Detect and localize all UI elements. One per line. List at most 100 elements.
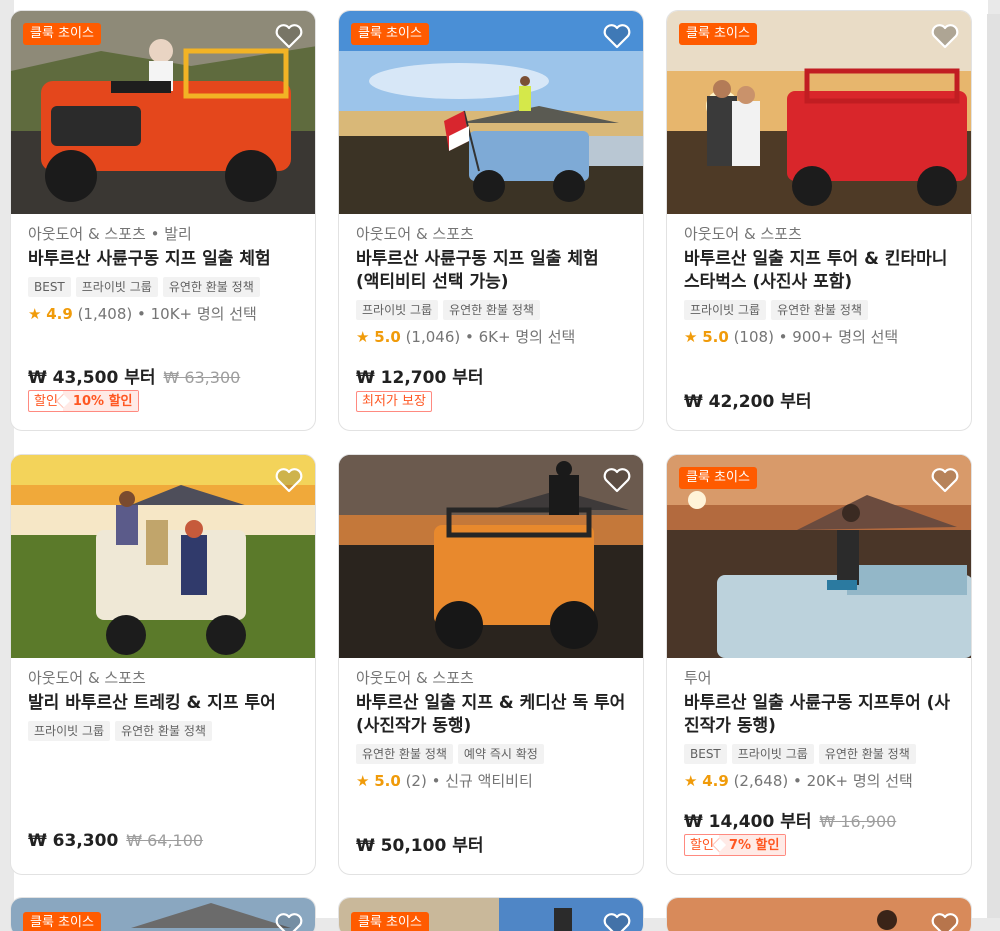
price-row: ₩ 63,300 ₩ 64,100 [28, 831, 203, 851]
product-tag: 프라이빗 그룹 [75, 277, 158, 297]
product-tag: 프라이빗 그룹 [356, 300, 439, 320]
product-title[interactable]: 바투르산 일출 지프 & 케디산 독 투어 (사진작가 동행) [356, 692, 626, 738]
klook-choice-badge: 클룩 초이스 [679, 467, 757, 489]
heart-icon[interactable] [275, 467, 303, 493]
product-title[interactable]: 바투르산 일출 사륜구동 지프투어 (사진작가 동행) [684, 692, 954, 738]
rating-count: (1,046) • 6K+ 명의 선택 [400, 328, 576, 346]
product-image: 클룩 초이스 [11, 11, 315, 214]
product-card[interactable]: 클룩 초이스 [10, 897, 316, 931]
price-row: ₩ 12,700 부터 [356, 363, 483, 388]
discount-badge: 할인 10% 할인 [28, 390, 140, 412]
product-tag: 유연한 환불 정책 [356, 744, 453, 764]
product-tag: 유연한 환불 정책 [443, 300, 540, 320]
rating-row: ★ 5.0 (108) • 900+ 명의 선택 [684, 327, 954, 347]
product-tag: 유연한 환불 정책 [771, 300, 868, 320]
product-tag: 프라이빗 그룹 [28, 721, 111, 741]
heart-icon[interactable] [931, 23, 959, 49]
product-card[interactable]: 클룩 초이스 아웃도어 & 스포츠 바투르산 사륜구동 지프 일출 체험 (액티… [338, 10, 644, 431]
product-tag: 프라이빗 그룹 [731, 744, 814, 764]
product-tag: BEST [28, 277, 71, 297]
heart-icon[interactable] [603, 23, 631, 49]
heart-icon[interactable] [603, 912, 631, 931]
heart-icon[interactable] [931, 467, 959, 493]
price-row: ₩ 50,100 부터 [356, 831, 483, 856]
rating-count: (2) • 신규 액티비티 [400, 772, 533, 790]
price: ₩ 50,100 부터 [356, 836, 484, 856]
heart-icon[interactable] [275, 912, 303, 931]
star-icon: ★ [356, 772, 370, 790]
product-image: 클룩 초이스 [339, 11, 643, 214]
product-tag: 예약 즉시 확정 [457, 744, 544, 764]
price: ₩ 63,300 [28, 831, 119, 851]
product-tag: 유연한 환불 정책 [818, 744, 916, 764]
discount-value: 10% 할인 [62, 391, 139, 411]
product-tag: 프라이빗 그룹 [684, 300, 767, 320]
discount-badge: 할인 7% 할인 [684, 834, 787, 856]
price: ₩ 14,400 부터 [684, 812, 812, 832]
product-title[interactable]: 발리 바투르산 트레킹 & 지프 투어 [28, 692, 298, 715]
star-icon: ★ [28, 305, 42, 323]
product-image: 클룩 초이스 [339, 898, 643, 931]
klook-choice-badge: 클룩 초이스 [23, 23, 101, 45]
heart-icon[interactable] [931, 912, 959, 931]
rating-row: ★ 4.9 (1,408) • 10K+ 명의 선택 [28, 304, 298, 324]
product-category: 아웃도어 & 스포츠 [28, 669, 146, 687]
star-icon: ★ [684, 772, 698, 790]
klook-choice-badge: 클룩 초이스 [351, 912, 429, 931]
rating-score: 4.9 [702, 772, 729, 790]
star-icon: ★ [684, 328, 698, 346]
klook-choice-badge: 클룩 초이스 [679, 23, 757, 45]
price-row: ₩ 42,200 부터 [684, 387, 811, 412]
product-tag: BEST [684, 744, 727, 764]
klook-choice-badge: 클룩 초이스 [23, 912, 101, 931]
product-card[interactable]: 아웃도어 & 스포츠 발리 바투르산 트레킹 & 지프 투어 프라이빗 그룹 유… [10, 454, 316, 875]
original-price: ₩ 63,300 [163, 368, 241, 387]
lowest-price-badge: 최저가 보장 [356, 391, 432, 412]
rating-row: ★ 4.9 (2,648) • 20K+ 명의 선택 [684, 771, 954, 791]
product-image [11, 455, 315, 658]
price: ₩ 12,700 부터 [356, 368, 484, 388]
heart-icon[interactable] [603, 467, 631, 493]
product-title[interactable]: 바투르산 사륜구동 지프 일출 체험 [28, 248, 298, 271]
product-category: 아웃도어 & 스포츠 [684, 225, 802, 243]
price: ₩ 42,200 부터 [684, 392, 812, 412]
product-category: 아웃도어 & 스포츠 [356, 669, 474, 687]
product-image [667, 898, 971, 931]
scroll-edge [987, 14, 1000, 918]
price: ₩ 43,500 부터 [28, 368, 156, 388]
rating-count: (1,408) • 10K+ 명의 선택 [72, 305, 257, 323]
product-card[interactable]: 클룩 초이스 아웃도어 & 스포츠 • 발리 바투르산 사륜구동 지프 일출 체… [10, 10, 316, 431]
product-category: 아웃도어 & 스포츠 [356, 225, 474, 243]
product-image: 클룩 초이스 [667, 455, 971, 658]
rating-score: 5.0 [374, 772, 401, 790]
product-category: 아웃도어 & 스포츠 • 발리 [28, 225, 192, 243]
product-category: 투어 [684, 669, 712, 687]
price-row: ₩ 43,500 부터 ₩ 63,300 [28, 363, 240, 388]
product-tag: 유연한 환불 정책 [162, 277, 260, 297]
heart-icon[interactable] [275, 23, 303, 49]
original-price: ₩ 16,900 [819, 812, 897, 831]
product-image: 클룩 초이스 [11, 898, 315, 931]
rating-score: 5.0 [374, 328, 401, 346]
product-card[interactable]: 클룩 초이스 아웃도어 & 스포츠 바투르산 일출 지프 투어 & 킨타마니 스… [666, 10, 972, 431]
rating-count: (108) • 900+ 명의 선택 [728, 328, 899, 346]
rating-row: ★ 5.0 (1,046) • 6K+ 명의 선택 [356, 327, 626, 347]
product-card[interactable]: 아웃도어 & 스포츠 바투르산 일출 지프 & 케디산 독 투어 (사진작가 동… [338, 454, 644, 875]
rating-score: 5.0 [702, 328, 729, 346]
product-title[interactable]: 바투르산 사륜구동 지프 일출 체험 (액티비티 선택 가능) [356, 248, 626, 294]
star-icon: ★ [356, 328, 370, 346]
product-image: 클룩 초이스 [667, 11, 971, 214]
product-image [339, 455, 643, 658]
product-tag: 유연한 환불 정책 [115, 721, 212, 741]
rating-row: ★ 5.0 (2) • 신규 액티비티 [356, 771, 626, 791]
product-card[interactable]: 클룩 초이스 [338, 897, 644, 931]
discount-value: 7% 할인 [718, 835, 786, 855]
product-card[interactable] [666, 897, 972, 931]
price-row: ₩ 14,400 부터 ₩ 16,900 [684, 807, 896, 832]
rating-score: 4.9 [46, 305, 73, 323]
product-card[interactable]: 클룩 초이스 투어 바투르산 일출 사륜구동 지프투어 (사진작가 동행) BE… [666, 454, 972, 875]
original-price: ₩ 64,100 [126, 831, 204, 850]
rating-count: (2,648) • 20K+ 명의 선택 [728, 772, 913, 790]
klook-choice-badge: 클룩 초이스 [351, 23, 429, 45]
product-title[interactable]: 바투르산 일출 지프 투어 & 킨타마니 스타벅스 (사진사 포함) [684, 248, 954, 294]
